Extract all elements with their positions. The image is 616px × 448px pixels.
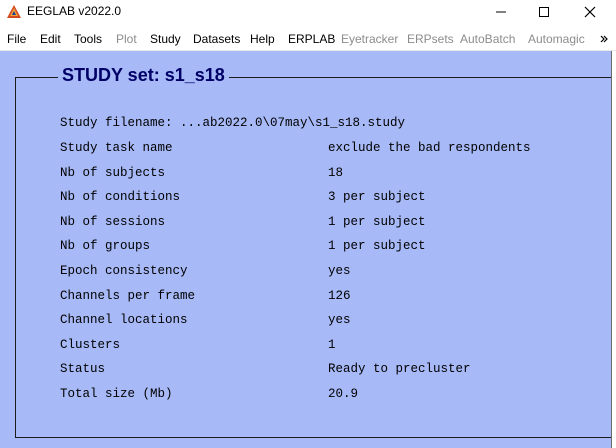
- minimize-button[interactable]: [478, 0, 524, 24]
- minimize-icon: [496, 11, 506, 13]
- info-value: 1: [328, 338, 336, 352]
- info-value: Ready to precluster: [328, 362, 471, 376]
- info-label: Epoch consistency: [60, 264, 188, 278]
- window-title: EEGLAB v2022.0: [27, 4, 122, 18]
- study-set-title: STUDY set: s1_s18: [58, 64, 229, 86]
- info-value: 3 per subject: [328, 190, 426, 204]
- menu-autobatch[interactable]: AutoBatch: [460, 32, 515, 46]
- close-button[interactable]: [567, 0, 613, 24]
- title-bar: EEGLAB v2022.0: [0, 0, 616, 24]
- info-label: Status: [60, 362, 106, 376]
- info-label: Nb of groups: [60, 239, 151, 253]
- close-icon: [584, 6, 596, 18]
- menu-erpsets[interactable]: ERPsets: [407, 32, 454, 46]
- maximize-icon: [539, 7, 549, 17]
- info-label: Nb of subjects: [60, 166, 166, 180]
- study-info-panel: STUDY set: s1_s18 Study filename: ...ab2…: [0, 51, 616, 448]
- info-label: Study task name: [60, 141, 173, 155]
- info-value: 1 per subject: [328, 239, 426, 253]
- chevron-right-icon[interactable]: [599, 34, 609, 44]
- menu-help[interactable]: Help: [250, 32, 275, 46]
- menu-eyetracker[interactable]: Eyetracker: [341, 32, 398, 46]
- info-label: Nb of conditions: [60, 190, 181, 204]
- info-value: yes: [328, 313, 351, 327]
- background-window-edge: [611, 51, 616, 448]
- menu-study[interactable]: Study: [150, 32, 181, 46]
- info-label: Total size (Mb): [60, 387, 173, 401]
- info-value: exclude the bad respondents: [328, 141, 531, 155]
- menu-edit[interactable]: Edit: [40, 32, 61, 46]
- menu-datasets[interactable]: Datasets: [193, 32, 240, 46]
- info-label: Clusters: [60, 338, 121, 352]
- info-value: 18: [328, 166, 344, 180]
- maximize-button[interactable]: [521, 0, 567, 24]
- info-value: 1 per subject: [328, 215, 426, 229]
- info-value: yes: [328, 264, 351, 278]
- info-label: Channel locations: [60, 313, 188, 327]
- menu-automagic[interactable]: Automagic: [528, 32, 585, 46]
- info-value: 20.9: [328, 387, 359, 401]
- study-frame: [15, 77, 616, 438]
- menu-bar: File Edit Tools Plot Study Datasets Help…: [0, 26, 616, 51]
- menu-file[interactable]: File: [7, 32, 26, 46]
- menu-tools[interactable]: Tools: [74, 32, 102, 46]
- eeglab-logo-icon: [7, 5, 21, 18]
- info-label: Nb of sessions: [60, 215, 166, 229]
- study-filename: Study filename: ...ab2022.0\07may\s1_s18…: [60, 116, 406, 130]
- info-value: 126: [328, 289, 351, 303]
- info-label: Channels per frame: [60, 289, 196, 303]
- menu-plot[interactable]: Plot: [116, 32, 137, 46]
- menu-erplab[interactable]: ERPLAB: [288, 32, 335, 46]
